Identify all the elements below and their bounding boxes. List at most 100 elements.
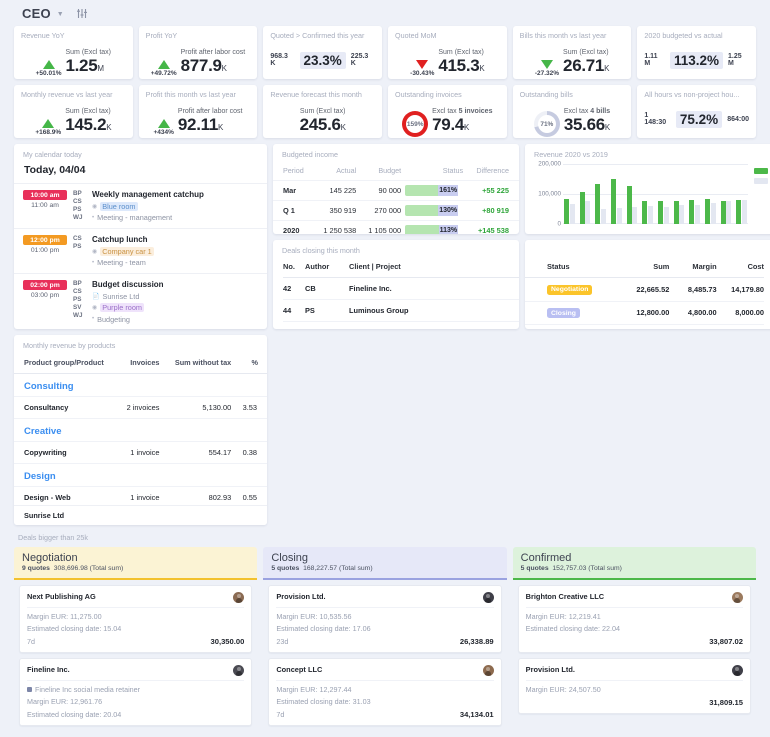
kanban-column-header[interactable]: Negotiation 9 quotes 308,696.98 (Total s… [14,547,257,580]
chart-bar-pair[interactable] [705,199,716,224]
chart-bar-2019 [617,208,622,224]
kpi-card[interactable]: Quoted > Confirmed this year 968.3 K 23.… [263,26,382,79]
deal-card[interactable]: Next Publishing AG Margin EUR: 11,275.00… [19,585,252,653]
budget-row[interactable]: Q 1 350 919 270 000 130% +80 919 [273,201,519,221]
chevron-down-icon[interactable]: ▼ [57,11,64,18]
kpi-label: Sum (Excl tax) [65,108,111,115]
card-days: 23d [276,637,288,646]
kpi-card[interactable]: Quoted MoM -30.43% Sum (Excl tax) 415.3K [388,26,507,79]
deal-card[interactable]: Concept LLC Margin EUR: 12,297.44 Estima… [268,658,501,726]
kpi-title: Quoted MoM [395,31,500,40]
status-badge: Negotiation [547,285,592,295]
kanban-quote-count: 9 quotes [22,565,50,572]
chart-bar-2020 [658,201,663,224]
budget-row[interactable]: Mar 145 225 90 000 161% +55 225 [273,181,519,201]
deal-card[interactable]: Brighton Creative LLC Margin EUR: 12,219… [518,585,751,653]
kpi-title: Revenue forecast this month [270,90,375,99]
donut-percent: 159% [402,111,428,137]
kpi-title: Bills this month vs last year [520,31,625,40]
chart-y-axis: 200,000100,0000 [533,164,563,224]
product-group-row[interactable]: Consulting [14,374,267,397]
event-start-time: 02:00 pm [23,280,67,290]
product-name: Copywriting [14,442,123,464]
chart-bar-pair[interactable] [658,201,669,224]
kpi-card[interactable]: All hours vs non-project hou... 1 148:30… [637,85,756,138]
kpi-card[interactable]: Profit this month vs last year +434% Pro… [139,85,258,138]
product-group-row[interactable]: Creative [14,419,267,442]
kpi-card[interactable]: Outstanding bills 71% Excl tax 4 bills 3… [513,85,632,138]
calendar-event[interactable]: 12:00 pm 01:00 pm CSPS Catchup lunch ◉Co… [14,228,267,273]
kpi-delta: +49.72% [151,70,177,77]
chart-bar-pair[interactable] [595,184,606,224]
kpi-card[interactable]: Monthly revenue vs last year +168.9% Sum… [14,85,133,138]
budget-row[interactable]: 2020 1 250 538 1 105 000 113% +145 538 [273,221,519,235]
deals-row[interactable]: Negotiation 22,665.52 8,485.73 14,179.80 [525,278,764,302]
chart-bar-pair[interactable] [627,186,638,224]
budget-actual: 145 225 [315,181,360,201]
revenue-chart-panel: Revenue 2020 vs 2019 200,000100,0000 [525,144,770,234]
kpi-card[interactable]: Outstanding invoices 159% Excl tax 5 inv… [388,85,507,138]
product-sum: 5,130.00 [168,397,240,419]
chart-bar-pair[interactable] [689,200,700,224]
calendar-event[interactable]: 10:00 am 11:00 am BPCSPSWJ Weekly manage… [14,183,267,228]
deal-card[interactable]: Fineline Inc. Fineline Inc social media … [19,658,252,726]
card-closing-date: Estimated closing date: 20.04 [27,706,244,719]
deals-column-header: No. [283,260,305,278]
event-time: 12:00 pm 01:00 pm [23,235,67,267]
event-time: 02:00 pm 03:00 pm [23,280,67,324]
kpi-card[interactable]: Revenue forecast this month Sum (Excl ta… [263,85,382,138]
product-group-row[interactable]: Design [14,464,267,487]
deals-row[interactable]: 43 SJ Brighton Creative LLC [283,322,519,330]
kpi-grid: Revenue YoY +50.01% Sum (Excl tax) 1.25M… [8,26,762,138]
event-attendees: CSPS [73,235,86,267]
kpi-value: 877.9K [181,56,227,78]
kpi-card[interactable]: 2020 budgeted vs actual 1.11 M 113.2% 1.… [637,26,756,79]
chart-bar-pair[interactable] [736,200,747,224]
budget-status-percent: 130% [438,205,458,216]
event-time: 10:00 am 11:00 am [23,190,67,222]
deal-card[interactable]: Provision Ltd. Margin EUR: 10,535.56 Est… [268,585,501,653]
kpi-card[interactable]: Bills this month vs last year -27.32% Su… [513,26,632,79]
kpi-card[interactable]: Profit YoY +49.72% Profit after labor co… [139,26,258,79]
deal-client: Luminous Group [349,300,519,322]
event-category: •Budgeting [92,315,258,324]
event-start-time: 12:00 pm [23,235,67,245]
deals-row[interactable]: 42 CB Fineline Inc. [283,278,519,300]
deal-cost: 21,177.72 [717,325,764,330]
chart-bar-2020 [689,200,694,224]
chart-bar-pair[interactable] [721,201,732,224]
deals-row[interactable]: Closing 12,800.00 4,800.00 8,000.00 [525,301,764,325]
chart-bar-2020 [721,201,726,224]
card-amount: 34,134.01 [460,710,494,719]
kpi-title: Outstanding invoices [395,90,500,99]
card-amount: 26,338.89 [460,637,494,646]
product-row[interactable]: Consultancy 2 invoices 5,130.00 3.53 [14,397,267,419]
chart-bar-pair[interactable] [611,179,622,224]
chart-bar-pair[interactable] [642,201,653,224]
event-room: ◉Blue room [92,202,258,211]
right-column: Revenue 2020 vs 2019 200,000100,0000 [525,144,770,525]
kanban-column-header[interactable]: Confirmed 5 quotes 152,757.03 (Total sum… [513,547,756,580]
deals-row[interactable]: 44 PS Luminous Group [283,300,519,322]
chart-bar-pair[interactable] [564,199,575,224]
attendee-initials: CS [73,235,86,242]
donut-percent: 71% [534,111,560,137]
deals-row[interactable]: Closing 46,590.98 25,413.26 21,177.72 [525,325,764,330]
deal-card[interactable]: Provision Ltd. Margin EUR: 24,507.50 31,… [518,658,751,714]
kpi-percent: 75.2% [676,111,722,128]
kanban-column: Closing 5 quotes 168,227.57 (Total sum) … [263,547,506,731]
status-badge: Closing [547,308,580,318]
chart-bars [563,164,748,224]
deal-sum: 46,590.98 [622,325,669,330]
chart-bar-2019 [695,205,700,224]
kpi-card[interactable]: Revenue YoY +50.01% Sum (Excl tax) 1.25M [14,26,133,79]
event-room: ◉Purple room [92,303,258,312]
attendee-initials: BP [73,280,86,287]
chart-bar-pair[interactable] [580,192,591,224]
calendar-event[interactable]: 02:00 pm 03:00 pm BPCSPSSVWJ Budget disc… [14,273,267,329]
sliders-icon[interactable] [76,8,88,19]
kanban-column-header[interactable]: Closing 5 quotes 168,227.57 (Total sum) [263,547,506,580]
product-row[interactable]: Copywriting 1 invoice 554.17 0.38 [14,442,267,464]
chart-bar-pair[interactable] [674,201,685,224]
middle-section: My calendar today Today, 04/04 10:00 am … [8,138,762,531]
